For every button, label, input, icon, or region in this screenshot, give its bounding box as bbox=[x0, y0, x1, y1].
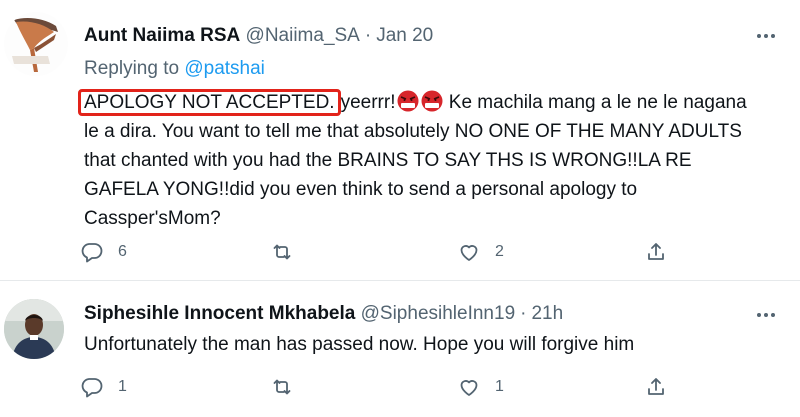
author-handle[interactable]: @Naiima_SA bbox=[246, 25, 360, 46]
replying-to: Replying to @patshai bbox=[84, 57, 265, 81]
tweet-text: Unfortunately the man has passed now. Ho… bbox=[84, 334, 635, 355]
tweet[interactable]: Siphesihle Innocent Mkhabela @Siphesihle… bbox=[0, 281, 800, 417]
share-button[interactable] bbox=[644, 238, 668, 266]
share-button[interactable] bbox=[644, 373, 668, 401]
separator: · bbox=[520, 303, 527, 324]
retweet-icon bbox=[273, 244, 291, 260]
profile-photo bbox=[4, 299, 64, 359]
like-icon bbox=[460, 245, 478, 261]
angry-face-icon bbox=[397, 90, 418, 112]
avatar[interactable] bbox=[4, 299, 64, 359]
reply-icon bbox=[81, 378, 103, 398]
reply-count: 6 bbox=[118, 243, 127, 260]
reply-icon bbox=[81, 243, 103, 263]
high-heel-shoe-image bbox=[4, 12, 68, 76]
share-icon bbox=[648, 243, 664, 260]
timestamp[interactable]: Jan 20 bbox=[376, 25, 433, 46]
like-button[interactable]: 1 bbox=[457, 373, 504, 401]
angry-face-icon bbox=[421, 90, 442, 112]
share-icon bbox=[648, 378, 664, 395]
retweet-button[interactable] bbox=[270, 373, 294, 401]
retweet-icon bbox=[273, 379, 291, 395]
tweet-header: Siphesihle Innocent Mkhabela @Siphesihle… bbox=[84, 302, 563, 326]
author-name[interactable]: Siphesihle Innocent Mkhabela bbox=[84, 303, 355, 324]
reply-count: 1 bbox=[118, 378, 127, 395]
text-fragment: yeerrr! bbox=[340, 92, 396, 113]
timestamp[interactable]: 21h bbox=[531, 303, 563, 324]
like-count: 2 bbox=[495, 243, 504, 260]
more-icon[interactable] bbox=[754, 303, 778, 327]
like-icon bbox=[460, 380, 478, 396]
tweet-text: APOLOGY NOT ACCEPTED. yeerrr! Ke machila … bbox=[78, 88, 764, 233]
more-icon[interactable] bbox=[754, 24, 778, 48]
tweet-header: Aunt Naiima RSA @Naiima_SA · Jan 20 bbox=[84, 24, 433, 48]
separator: · bbox=[364, 25, 372, 46]
mention-link[interactable]: @patshai bbox=[184, 58, 265, 79]
highlighted-text: APOLOGY NOT ACCEPTED. bbox=[78, 89, 341, 116]
author-name[interactable]: Aunt Naiima RSA bbox=[84, 25, 240, 46]
tweet[interactable]: Aunt Naiima RSA @Naiima_SA · Jan 20 Replyi… bbox=[0, 0, 800, 280]
author-handle[interactable]: @SiphesihleInn19 bbox=[361, 303, 516, 324]
retweet-button[interactable] bbox=[270, 238, 294, 266]
replying-prefix: Replying to bbox=[84, 58, 180, 79]
reply-button[interactable]: 1 bbox=[80, 373, 127, 401]
like-button[interactable]: 2 bbox=[457, 238, 504, 266]
action-bar: 1 1 bbox=[80, 373, 680, 401]
avatar[interactable] bbox=[4, 12, 68, 76]
action-bar: 6 2 bbox=[80, 238, 680, 266]
reply-button[interactable]: 6 bbox=[80, 238, 127, 266]
like-count: 1 bbox=[495, 378, 504, 395]
